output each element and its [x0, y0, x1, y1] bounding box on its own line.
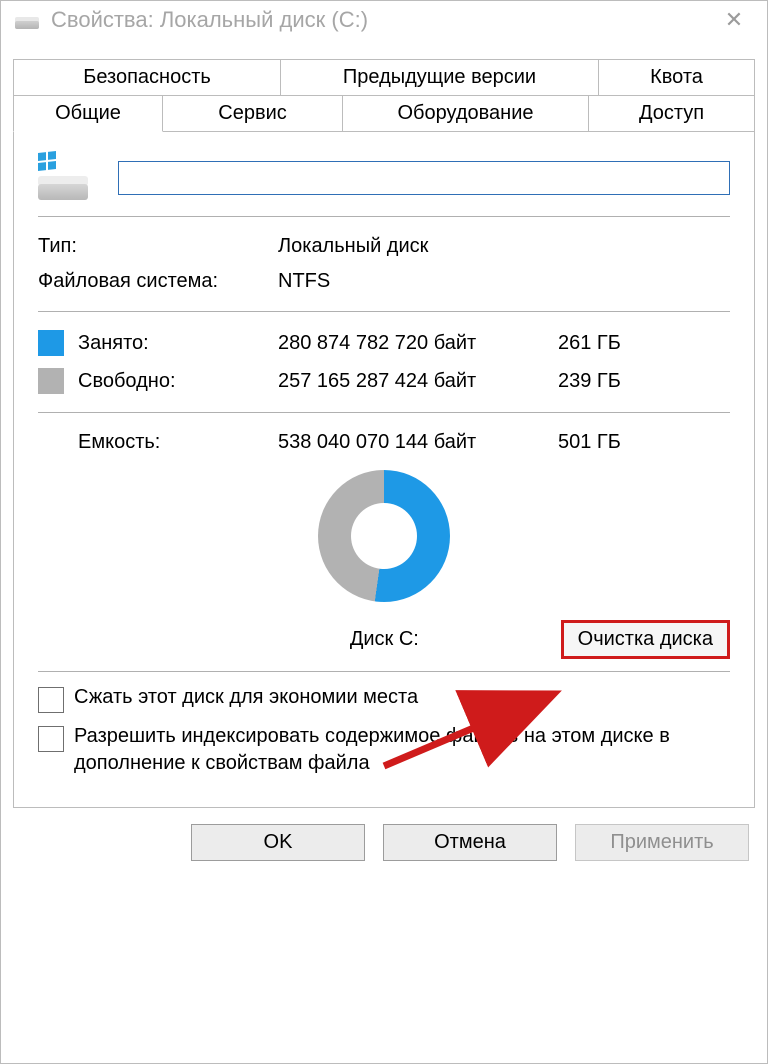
used-label: Занято:: [78, 332, 278, 355]
tab-general[interactable]: Общие: [13, 95, 163, 132]
type-label: Тип:: [38, 235, 278, 258]
tab-sharing[interactable]: Доступ: [589, 95, 755, 132]
free-swatch-icon: [38, 368, 64, 394]
divider: [38, 311, 730, 312]
capacity-label: Емкость:: [78, 431, 278, 454]
close-icon[interactable]: ✕: [711, 9, 757, 31]
disk-icon: [15, 11, 39, 29]
capacity-gb: 501 ГБ: [558, 431, 730, 454]
disk-caption: Диск C:: [38, 628, 561, 651]
tab-security[interactable]: Безопасность: [13, 59, 281, 95]
general-panel: Тип: Локальный диск Файловая система: NT…: [13, 131, 755, 808]
disk-name-input[interactable]: [118, 161, 730, 195]
index-checkbox[interactable]: [38, 726, 64, 752]
tab-previous-versions[interactable]: Предыдущие версии: [281, 59, 599, 95]
window-title: Свойства: Локальный диск (C:): [51, 7, 711, 33]
compress-checkbox[interactable]: [38, 687, 64, 713]
free-gb: 239 ГБ: [558, 370, 730, 393]
disk-cleanup-button[interactable]: Очистка диска: [561, 620, 730, 659]
apply-button[interactable]: Применить: [575, 824, 749, 861]
divider: [38, 671, 730, 672]
titlebar: Свойства: Локальный диск (C:) ✕: [1, 1, 767, 43]
free-label: Свободно:: [78, 370, 278, 393]
filesystem-value: NTFS: [278, 270, 730, 293]
compress-label: Сжать этот диск для экономии места: [74, 684, 730, 711]
free-bytes: 257 165 287 424 байт: [278, 370, 558, 393]
properties-dialog: Свойства: Локальный диск (C:) ✕ Безопасн…: [0, 0, 768, 1064]
tab-hardware[interactable]: Оборудование: [343, 95, 589, 132]
used-bytes: 280 874 782 720 байт: [278, 332, 558, 355]
ok-button[interactable]: OK: [191, 824, 365, 861]
type-value: Локальный диск: [278, 235, 730, 258]
divider: [38, 216, 730, 217]
disk-icon: [38, 156, 88, 200]
index-label: Разрешить индексировать содержимое файло…: [74, 723, 730, 777]
used-gb: 261 ГБ: [558, 332, 730, 355]
filesystem-label: Файловая система:: [38, 270, 278, 293]
used-swatch-icon: [38, 330, 64, 356]
tab-tools[interactable]: Сервис: [163, 95, 343, 132]
dialog-footer: OK Отмена Применить: [1, 808, 767, 879]
cancel-button[interactable]: Отмена: [383, 824, 557, 861]
usage-pie-chart: [318, 470, 450, 602]
divider: [38, 412, 730, 413]
tab-container: Безопасность Предыдущие версии Квота Общ…: [1, 43, 767, 132]
tab-quota[interactable]: Квота: [599, 59, 755, 95]
capacity-bytes: 538 040 070 144 байт: [278, 431, 558, 454]
